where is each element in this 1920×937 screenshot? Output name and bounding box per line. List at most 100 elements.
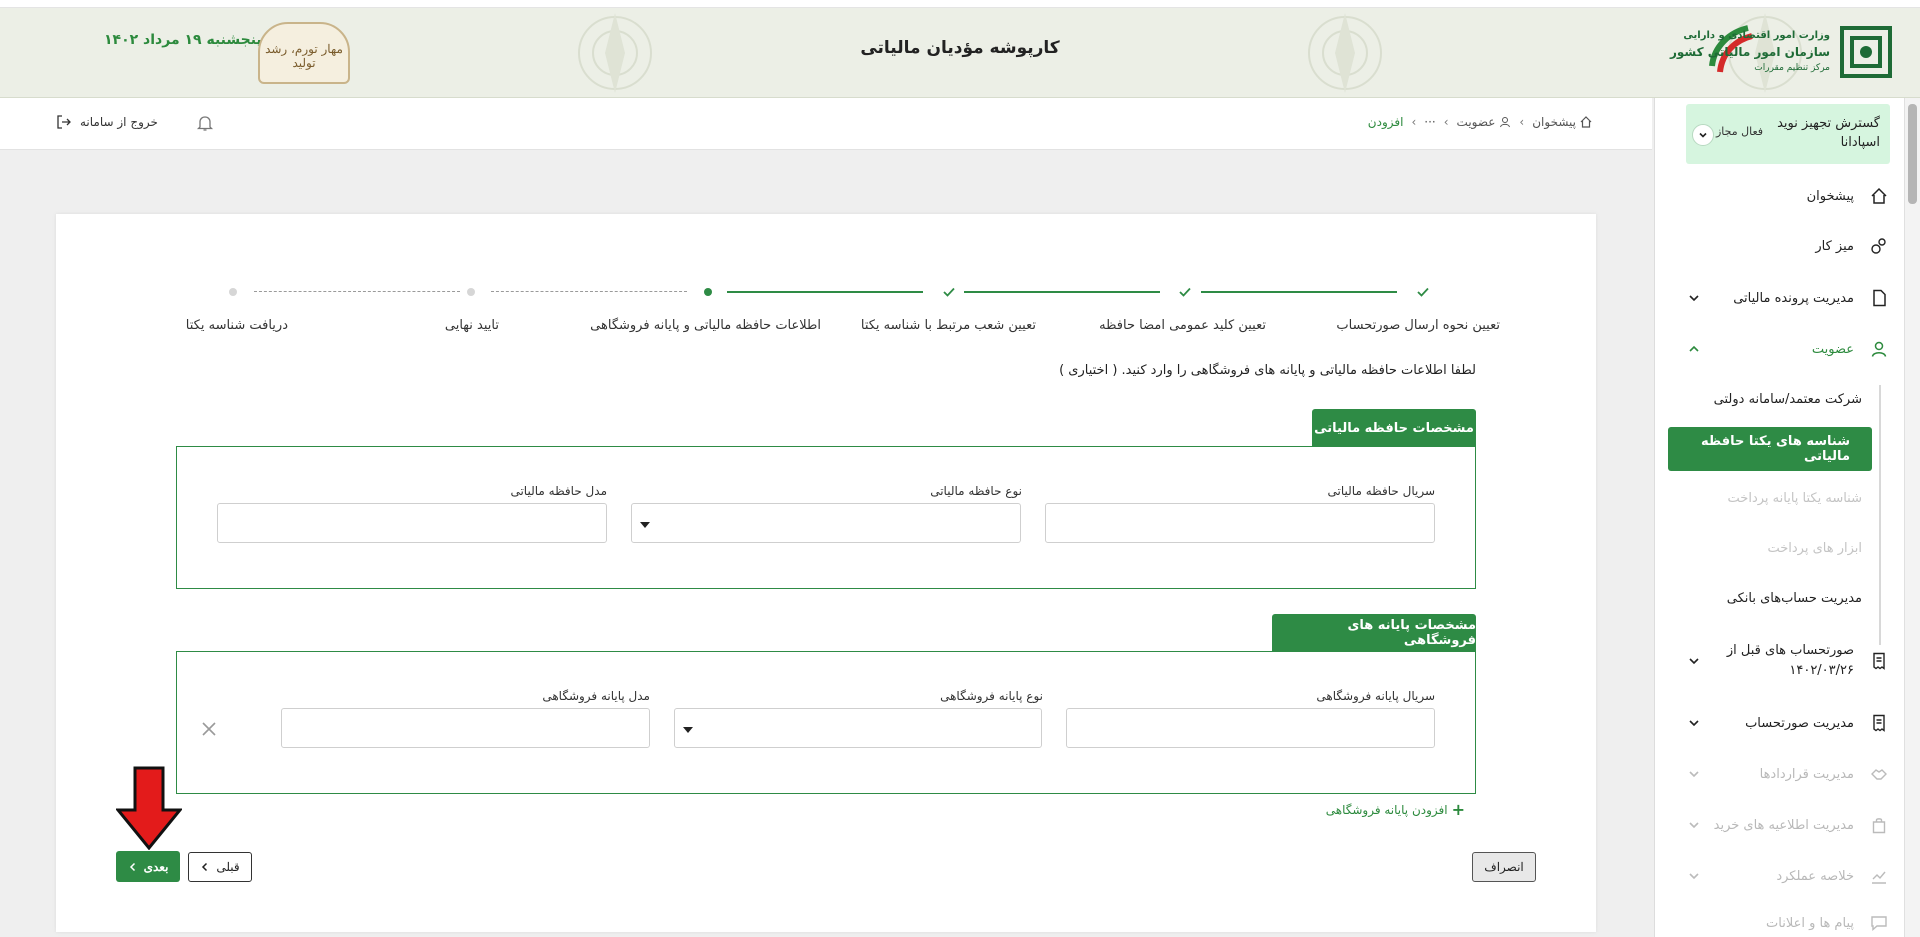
step-label-1: تعیین نحوه ارسال صورتحساب bbox=[1336, 318, 1500, 333]
sidebar-subitem-payment-terminal-id: شناسه یکتا پایانه پرداخت bbox=[1727, 490, 1862, 506]
chevron-down-icon bbox=[1686, 766, 1702, 782]
previous-label: قبلی bbox=[216, 860, 240, 874]
memory-section-title: مشخصات حافظه مالیاتی bbox=[1312, 409, 1476, 447]
terminal-serial-label: سریال پایانه فروشگاهی bbox=[1316, 689, 1435, 703]
breadcrumb-current: افزودن bbox=[1367, 115, 1404, 129]
step-5-pending-dot bbox=[461, 282, 481, 302]
message-icon bbox=[1868, 912, 1890, 934]
sidebar-scrollbar[interactable] bbox=[1904, 98, 1920, 937]
scrollbar-thumb[interactable] bbox=[1908, 104, 1917, 204]
sidebar-item-contracts: مدیریت قراردادها bbox=[1686, 756, 1890, 792]
caret-down-icon bbox=[683, 727, 693, 733]
breadcrumb-membership[interactable]: عضویت bbox=[1457, 115, 1496, 129]
tax-organization-logo bbox=[1840, 26, 1892, 78]
seal-text: مهار تورم، رشد تولید bbox=[265, 42, 343, 70]
logout-button[interactable]: خروج از سامانه bbox=[56, 114, 158, 130]
step-label-6: دریافت شناسه یکتا bbox=[185, 318, 288, 333]
window-top-strip bbox=[0, 0, 1920, 8]
next-button[interactable]: بعدی bbox=[116, 851, 180, 882]
memory-type-label: نوع حافظه مالیاتی bbox=[930, 484, 1022, 498]
home-icon bbox=[1868, 185, 1890, 207]
breadcrumb-home[interactable]: پیشخوان bbox=[1532, 115, 1576, 129]
sidebar-subitem-payment-tools: ابزار های پرداخت bbox=[1767, 540, 1862, 556]
sidebar-item-dashboard[interactable]: پیشخوان bbox=[1686, 178, 1890, 214]
memory-model-input[interactable] bbox=[217, 503, 607, 543]
step-label-3: تعیین شعب مرتبط با شناسه یکتا bbox=[860, 318, 1036, 333]
step-3-check-icon bbox=[939, 282, 959, 302]
logout-icon bbox=[57, 115, 71, 129]
chevron-down-icon[interactable] bbox=[1692, 124, 1714, 146]
user-icon bbox=[1500, 117, 1511, 128]
sidebar-subitem-memory-ids[interactable]: شناسه های یکتا حافظه مالیاتی bbox=[1668, 427, 1872, 471]
terminal-section-title: مشخصات پایانه های فروشگاهی bbox=[1272, 614, 1476, 652]
submenu-guide-line bbox=[1879, 385, 1881, 645]
terminal-type-label: نوع پایانه فروشگاهی bbox=[940, 689, 1043, 703]
sidebar-item-old-invoices[interactable]: صورتحساب های قبل از ۱۴۰۲/۰۳/۲۶ bbox=[1686, 640, 1890, 682]
breadcrumb-ellipsis[interactable]: ··· bbox=[1424, 115, 1435, 129]
terminal-model-label: مدل پایانه فروشگاهی bbox=[542, 689, 650, 703]
stepper-connector bbox=[727, 291, 923, 293]
add-terminal-link[interactable]: + افزودن پایانه فروشگاهی bbox=[1326, 800, 1465, 819]
chevron-left-icon: › bbox=[1443, 115, 1449, 129]
sidebar-item-membership[interactable]: عضویت bbox=[1686, 331, 1890, 367]
step-4-current-dot bbox=[698, 282, 718, 302]
chevron-down-icon bbox=[1686, 868, 1702, 884]
stepper-connector bbox=[964, 291, 1160, 293]
terminal-type-select[interactable] bbox=[674, 708, 1042, 748]
stepper-connector bbox=[491, 291, 687, 292]
sidebar-subitem-trusted-company[interactable]: شرکت معتمد/سامانه دولتی bbox=[1686, 382, 1862, 416]
step-label-2: تعیین کلید عمومی امضا حافظه bbox=[1099, 318, 1266, 333]
remove-terminal-close-icon[interactable] bbox=[200, 720, 218, 738]
add-terminal-label: افزودن پایانه فروشگاهی bbox=[1325, 802, 1448, 817]
receipt-icon bbox=[1868, 712, 1890, 734]
step-6-pending-dot bbox=[223, 282, 243, 302]
sidebar-item-tax-file[interactable]: مدیریت پرونده مالیاتی bbox=[1686, 280, 1890, 316]
memory-serial-input[interactable] bbox=[1045, 503, 1435, 543]
memory-type-select[interactable] bbox=[631, 503, 1021, 543]
file-icon bbox=[1868, 287, 1890, 309]
campaign-seal-logo: مهار تورم، رشد تولید bbox=[258, 22, 350, 84]
step-2-check-icon bbox=[1175, 282, 1195, 302]
sidebar-item-performance-summary: خلاصه عملکرد bbox=[1686, 858, 1890, 894]
sidebar-item-workspace[interactable]: میز کار bbox=[1686, 228, 1890, 264]
terminal-model-input[interactable] bbox=[281, 708, 650, 748]
organization-name: وزارت امور اقتصادی و دارایی سازمان امور … bbox=[1669, 30, 1830, 73]
company-name: گسترش تجهیز نوید اسپادانا bbox=[1777, 116, 1880, 150]
sidebar-item-messages: پیام ها و اعلانات bbox=[1686, 909, 1890, 937]
shapes-icon bbox=[1868, 235, 1890, 257]
user-icon bbox=[1868, 338, 1890, 360]
chevron-left-icon bbox=[129, 862, 135, 871]
chevron-left-icon: › bbox=[1411, 115, 1417, 129]
memory-model-label: مدل حافظه مالیاتی bbox=[510, 484, 607, 498]
cancel-button[interactable]: انصراف bbox=[1472, 852, 1536, 882]
company-selector[interactable]: گسترش تجهیز نوید اسپادانا فعال مجاز bbox=[1686, 104, 1890, 164]
chevron-down-icon bbox=[1686, 817, 1702, 833]
sidebar-item-invoice-management[interactable]: مدیریت صورتحساب bbox=[1686, 705, 1890, 741]
notification-bell-icon[interactable] bbox=[196, 114, 214, 132]
company-status: فعال مجاز bbox=[1716, 125, 1764, 138]
site-banner: کارپوشه مؤدیان مالیاتی پنجشنبه ۱۹ مرداد … bbox=[0, 8, 1920, 98]
chevron-left-icon bbox=[202, 862, 208, 872]
chevron-down-icon bbox=[1686, 715, 1702, 731]
form-instruction: لطفا اطلاعات حافظه مالیاتی و پایانه های … bbox=[1059, 363, 1476, 378]
chevron-left-icon: › bbox=[1519, 115, 1525, 129]
next-label: بعدی bbox=[143, 859, 169, 874]
logout-label: خروج از سامانه bbox=[80, 115, 158, 129]
stepper-connector bbox=[254, 291, 460, 292]
previous-button[interactable]: قبلی bbox=[188, 852, 252, 882]
stepper-connector bbox=[1201, 291, 1397, 293]
receipt-icon bbox=[1868, 650, 1890, 672]
current-date: پنجشنبه ۱۹ مرداد ۱۴۰۲ bbox=[104, 32, 262, 48]
top-navigation-bar: پیشخوان › عضویت › ··· › افزودن خروج از س… bbox=[0, 98, 1652, 150]
home-icon bbox=[1580, 116, 1592, 128]
bag-icon bbox=[1868, 814, 1890, 836]
chevron-up-icon bbox=[1686, 341, 1702, 357]
terminal-serial-input[interactable] bbox=[1066, 708, 1435, 748]
handshake-icon bbox=[1868, 763, 1890, 785]
sidebar-subitem-bank-accounts[interactable]: مدیریت حساب‌های بانکی bbox=[1686, 581, 1862, 615]
caret-down-icon bbox=[640, 522, 650, 528]
step-label-5: تایید نهایی bbox=[444, 318, 499, 333]
breadcrumb: پیشخوان › عضویت › ··· › افزودن bbox=[1368, 115, 1592, 129]
step-1-check-icon bbox=[1413, 282, 1433, 302]
chevron-down-icon bbox=[1686, 653, 1702, 669]
